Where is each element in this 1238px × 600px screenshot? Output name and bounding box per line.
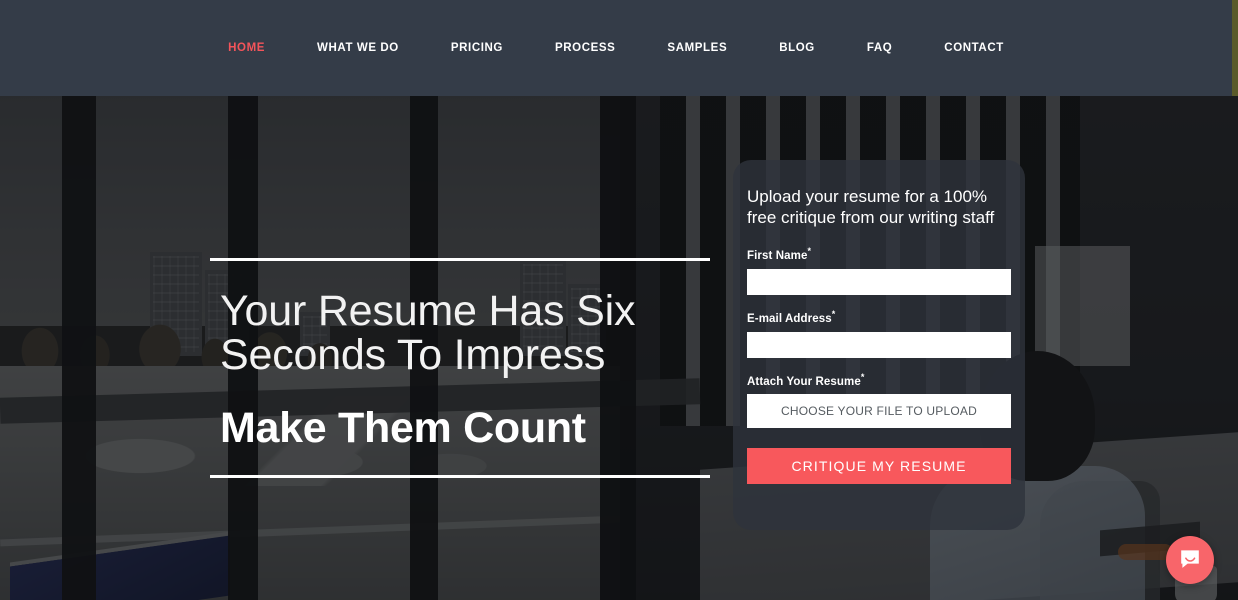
page-right-edge [1232, 0, 1238, 96]
first-name-required-mark: * [807, 246, 812, 256]
landing-page: HOME WHAT WE DO PRICING PROCESS SAMPLES … [0, 0, 1238, 600]
resume-upload-form: Upload your resume for a 100% free criti… [733, 160, 1025, 530]
headline-primary: Your Resume Has Six Seconds To Impress [220, 287, 636, 379]
headline-secondary: Make Them Count [220, 404, 586, 452]
attach-resume-field-group: Attach Your Resume* CHOOSE YOUR FILE TO … [747, 372, 1011, 429]
email-field-group: E-mail Address* [747, 309, 1011, 358]
main-navigation: HOME WHAT WE DO PRICING PROCESS SAMPLES … [0, 40, 1232, 56]
chat-bubble-smile-icon [1181, 550, 1199, 568]
email-label-text: E-mail Address [747, 312, 832, 325]
first-name-input[interactable] [747, 268, 1011, 295]
attach-resume-label: Attach Your Resume* [747, 372, 1011, 388]
submit-critique-button[interactable]: CRITIQUE MY RESUME [747, 448, 1011, 485]
attach-resume-required-mark: * [860, 371, 865, 382]
hero-headline-block: Your Resume Has Six Seconds To Impress M… [210, 258, 710, 478]
nav-item-blog[interactable]: BLOG [753, 40, 841, 56]
email-required-mark: * [831, 308, 836, 319]
nav-item-contact[interactable]: CONTACT [918, 40, 1030, 56]
first-name-label: First Name* [747, 246, 1011, 262]
email-label: E-mail Address* [747, 309, 1011, 325]
hero-section: Your Resume Has Six Seconds To Impress M… [0, 96, 1238, 600]
nav-item-home[interactable]: HOME [202, 40, 291, 56]
headline-text: Your Resume Has Six Seconds To Impress M… [210, 261, 710, 475]
first-name-label-text: First Name [747, 249, 808, 262]
nav-item-samples[interactable]: SAMPLES [641, 40, 753, 56]
email-input[interactable] [747, 331, 1011, 358]
first-name-field-group: First Name* [747, 246, 1011, 295]
attach-resume-label-text: Attach Your Resume [747, 375, 861, 388]
headline-rule-bottom [210, 475, 710, 478]
choose-file-button[interactable]: CHOOSE YOUR FILE TO UPLOAD [747, 394, 1011, 429]
nav-item-process[interactable]: PROCESS [529, 40, 641, 56]
nav-item-what-we-do[interactable]: WHAT WE DO [291, 40, 425, 56]
nav-item-pricing[interactable]: PRICING [425, 40, 529, 56]
chat-launcher-button[interactable] [1166, 536, 1214, 584]
site-header: HOME WHAT WE DO PRICING PROCESS SAMPLES … [0, 0, 1232, 96]
form-heading: Upload your resume for a 100% free criti… [747, 187, 995, 227]
nav-item-faq[interactable]: FAQ [841, 40, 918, 56]
